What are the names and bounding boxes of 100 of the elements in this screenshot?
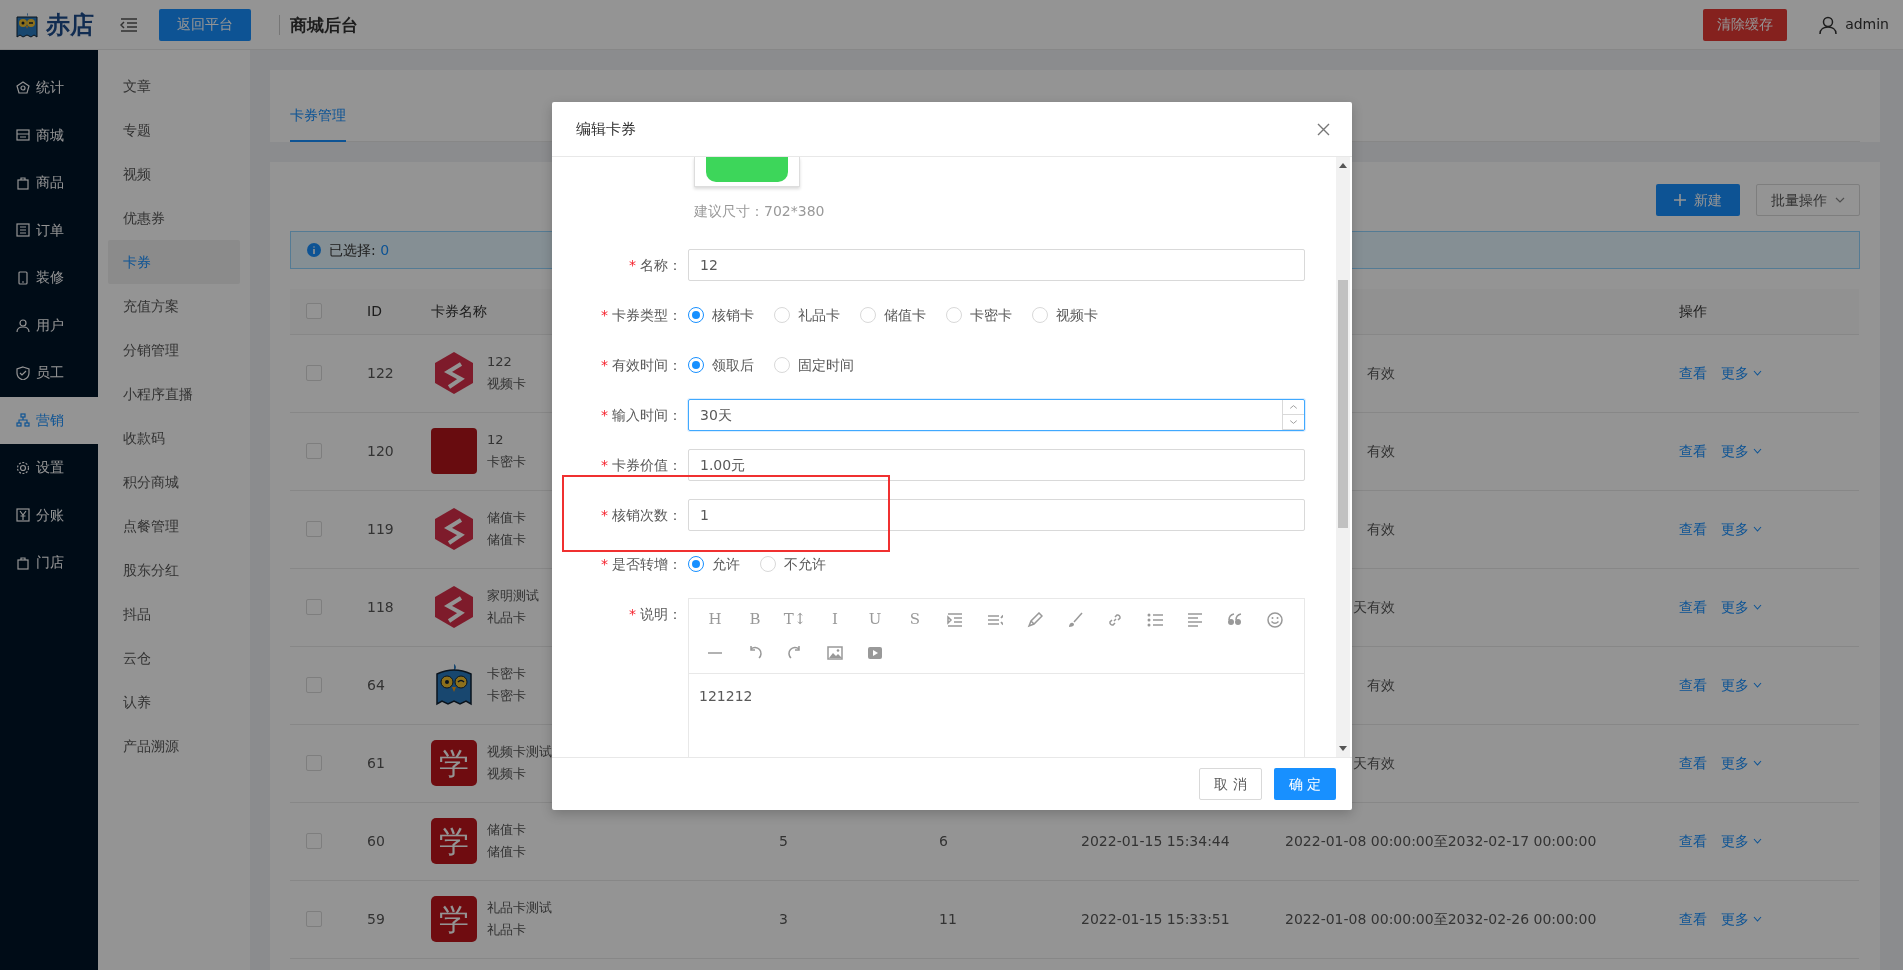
confirm-button[interactable]: 确 定: [1273, 768, 1336, 800]
new-button[interactable]: 新建: [1656, 184, 1740, 216]
cancel-button[interactable]: 取 消: [1199, 768, 1262, 800]
radio-option[interactable]: 领取后: [688, 354, 754, 376]
sub-menu-item[interactable]: 收款码: [108, 416, 240, 460]
sub-menu-item[interactable]: 股东分红: [108, 548, 240, 592]
more-dropdown-link[interactable]: 更多: [1721, 596, 1762, 618]
more-dropdown-link[interactable]: 更多: [1721, 440, 1762, 462]
radio-option[interactable]: 固定时间: [774, 354, 854, 376]
sub-menu-item[interactable]: 认养: [108, 680, 240, 724]
radio-option[interactable]: 储值卡: [860, 304, 926, 326]
sub-menu-item[interactable]: 云仓: [108, 636, 240, 680]
editor-toolbar-button[interactable]: I: [815, 603, 855, 636]
radio-option[interactable]: 不允许: [760, 553, 826, 575]
main-menu-item[interactable]: 员工: [0, 349, 98, 397]
scroll-up-icon[interactable]: [1339, 162, 1347, 168]
clear-cache-button[interactable]: 清除缓存: [1703, 8, 1788, 41]
sub-menu-item[interactable]: 视频: [108, 152, 240, 196]
main-menu-item[interactable]: 营销: [0, 396, 98, 444]
validity-text: 有效: [1367, 442, 1395, 459]
sub-menu-item[interactable]: 产品溯源: [108, 724, 240, 768]
radio-option[interactable]: 卡密卡: [946, 304, 1012, 326]
pencil-icon[interactable]: [1027, 611, 1043, 628]
quote-icon[interactable]: [1227, 611, 1243, 628]
radio-option[interactable]: 礼品卡: [774, 304, 840, 326]
batch-operation-dropdown[interactable]: 批量操作: [1756, 184, 1860, 216]
shield-icon: [16, 365, 30, 380]
main-menu-item[interactable]: 订单: [0, 206, 98, 254]
undo-icon[interactable]: [747, 644, 763, 661]
number-input-field[interactable]: 30天: [688, 399, 1305, 431]
radio-option[interactable]: 允许: [688, 553, 740, 575]
radio-option[interactable]: 核销卡: [688, 304, 754, 326]
scroll-down-icon[interactable]: [1339, 746, 1347, 752]
more-dropdown-link[interactable]: 更多: [1721, 908, 1762, 930]
indent-icon[interactable]: [947, 611, 963, 628]
align-left-icon[interactable]: [1187, 611, 1203, 628]
user-icon[interactable]: [1819, 15, 1838, 34]
sub-menu-item[interactable]: 抖品: [108, 592, 240, 636]
sub-menu-item[interactable]: 积分商城: [108, 460, 240, 504]
input-field[interactable]: 1: [688, 499, 1305, 531]
view-link[interactable]: 查看: [1679, 596, 1707, 618]
main-menu-item[interactable]: 商品: [0, 159, 98, 207]
sub-menu-item[interactable]: 分销管理: [108, 328, 240, 372]
table-cell: 2022-01-15 15:33:51: [1081, 910, 1230, 927]
radio-button[interactable]: [688, 307, 704, 323]
chevron-down-icon: [1835, 197, 1845, 203]
image-preview[interactable]: [694, 157, 800, 187]
sub-menu-item[interactable]: 优惠券: [108, 196, 240, 240]
input-field[interactable]: 12: [688, 249, 1305, 281]
view-link[interactable]: 查看: [1679, 440, 1707, 462]
more-dropdown-link[interactable]: 更多: [1721, 518, 1762, 540]
rich-text-editor[interactable]: H B T↕ I U S 121212: [688, 598, 1305, 757]
video-icon[interactable]: [867, 644, 883, 661]
sub-menu-item[interactable]: 卡券: [108, 240, 240, 284]
editor-toolbar-button[interactable]: T↕: [775, 603, 815, 636]
more-dropdown-link[interactable]: 更多: [1721, 752, 1762, 774]
sub-menu-item[interactable]: 点餐管理: [108, 504, 240, 548]
main-menu-item[interactable]: 门店: [0, 539, 98, 587]
card-name: 12: [487, 431, 505, 449]
view-link[interactable]: 查看: [1679, 908, 1707, 930]
close-icon[interactable]: [1317, 122, 1330, 136]
tab[interactable]: 卡券管理: [290, 105, 346, 142]
sub-menu-item[interactable]: 文章: [108, 64, 240, 108]
link-icon[interactable]: [1107, 611, 1123, 628]
radio-button[interactable]: [688, 556, 704, 572]
editor-toolbar-button[interactable]: H: [695, 603, 735, 636]
redo-icon[interactable]: [787, 644, 803, 661]
bullet-list-icon[interactable]: [1147, 611, 1163, 628]
radio-option[interactable]: 视频卡: [1032, 304, 1098, 326]
view-link[interactable]: 查看: [1679, 830, 1707, 852]
sub-menu-item[interactable]: 小程序直播: [108, 372, 240, 416]
sub-menu-item[interactable]: 专题: [108, 108, 240, 152]
scrollbar[interactable]: [1336, 157, 1350, 757]
card-name: 礼品卡测试: [487, 899, 552, 917]
view-link[interactable]: 查看: [1679, 362, 1707, 384]
more-dropdown-link[interactable]: 更多: [1721, 674, 1762, 696]
radio-button[interactable]: [688, 357, 704, 373]
view-link[interactable]: 查看: [1679, 518, 1707, 540]
more-dropdown-link[interactable]: 更多: [1721, 830, 1762, 852]
main-menu-item[interactable]: 用户: [0, 301, 98, 349]
editor-toolbar-button[interactable]: B: [735, 603, 775, 636]
username[interactable]: admin: [1845, 14, 1889, 35]
main-menu-item[interactable]: 统计: [0, 64, 98, 112]
id-text: 120: [367, 442, 394, 459]
sub-menu-item[interactable]: 充值方案: [108, 284, 240, 328]
main-menu-item[interactable]: 商城: [0, 111, 98, 159]
editor-toolbar-button[interactable]: U: [855, 603, 895, 636]
more-dropdown-link[interactable]: 更多: [1721, 362, 1762, 384]
main-menu-item[interactable]: 分账: [0, 491, 98, 539]
editor-toolbar-button[interactable]: S: [895, 603, 935, 636]
image-icon[interactable]: [827, 644, 843, 661]
main-menu-item[interactable]: 装修: [0, 254, 98, 302]
input-field[interactable]: 1.00元: [688, 449, 1305, 481]
view-link[interactable]: 查看: [1679, 752, 1707, 774]
smiley-icon[interactable]: [1267, 611, 1283, 628]
paintbrush-icon[interactable]: [1067, 611, 1083, 628]
main-menu-item[interactable]: 设置: [0, 444, 98, 492]
menu-collapse-icon[interactable]: [120, 17, 138, 32]
back-to-platform-button[interactable]: 返回平台: [159, 8, 251, 41]
view-link[interactable]: 查看: [1679, 674, 1707, 696]
